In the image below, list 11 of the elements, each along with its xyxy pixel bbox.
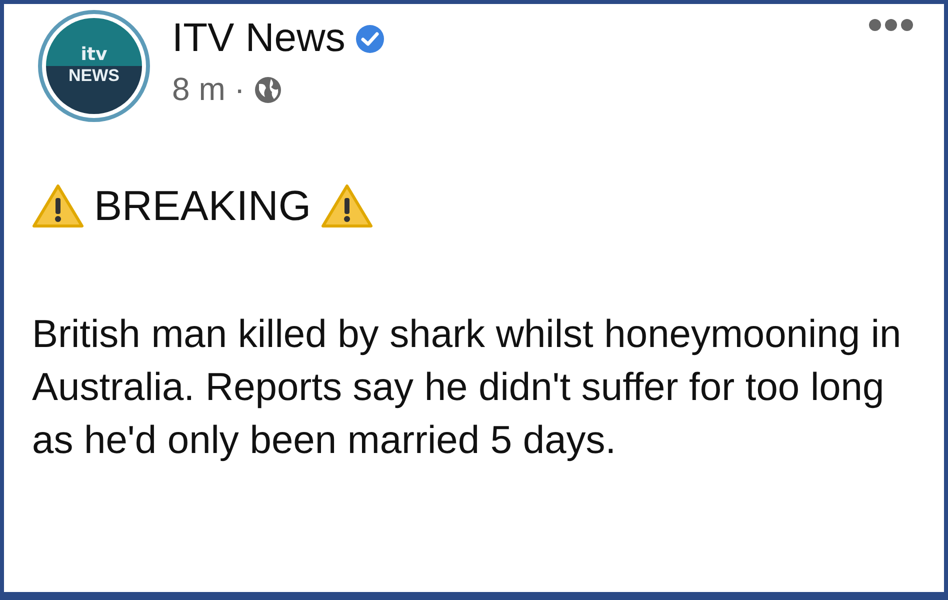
headline: BREAKING xyxy=(94,182,312,230)
post-text: British man killed by shark whilst honeymooning in Australia. Reports say he didn't suffer for too long as he'd only been married 5 days. xyxy=(32,312,902,464)
warning-icon xyxy=(32,183,84,229)
post-time[interactable]: 8 m · xyxy=(172,71,245,108)
warning-icon xyxy=(321,183,374,229)
more-options-icon[interactable] xyxy=(868,18,914,32)
globe-icon xyxy=(252,74,283,104)
author-name[interactable]: ITV News xyxy=(172,16,346,61)
logo-text: itv xyxy=(80,45,108,65)
avatar[interactable]: itv NEWS xyxy=(38,10,150,122)
logo-label: NEWS xyxy=(68,65,120,87)
